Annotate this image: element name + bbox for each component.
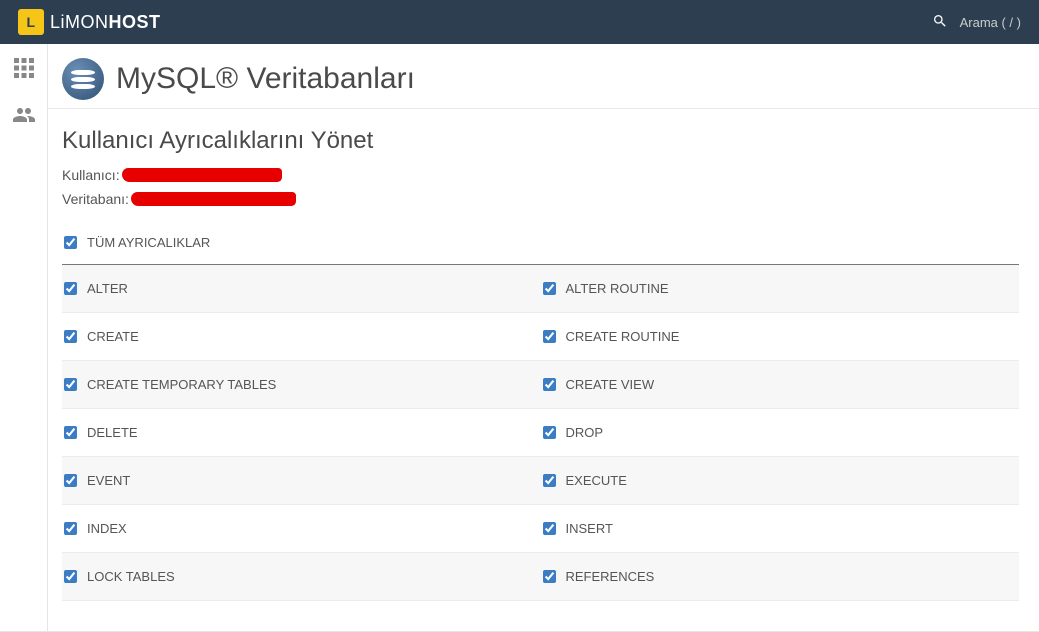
privilege-cell: CREATE VIEW: [541, 361, 1020, 409]
privilege-checkbox[interactable]: [543, 522, 556, 535]
sidebar: [0, 44, 47, 631]
brand-text: LiMONHOST: [50, 12, 161, 33]
privilege-checkbox[interactable]: [543, 474, 556, 487]
privilege-checkbox[interactable]: [543, 378, 556, 391]
content: MySQL® Veritabanları Kullanıcı Ayrıcalık…: [47, 44, 1039, 631]
brand-text-thin: LiMON: [50, 12, 109, 32]
privilege-cell: REFERENCES: [541, 553, 1020, 601]
privilege-cell: ALTER: [62, 265, 541, 313]
privilege-label[interactable]: CREATE ROUTINE: [566, 329, 680, 344]
user-value-redacted: [122, 168, 282, 182]
section-title: Kullanıcı Ayrıcalıklarını Yönet: [62, 127, 1019, 155]
privilege-label[interactable]: REFERENCES: [566, 569, 655, 584]
user-label: Kullanıcı:: [62, 167, 120, 183]
privilege-cell: INSERT: [541, 505, 1020, 553]
privilege-label[interactable]: EVENT: [87, 473, 130, 488]
search-area[interactable]: Arama ( / ): [932, 13, 1021, 32]
all-privileges-label[interactable]: TÜM AYRICALIKLAR: [87, 235, 210, 250]
privilege-cell: DELETE: [62, 409, 541, 457]
privilege-checkbox[interactable]: [64, 426, 77, 439]
privilege-checkbox[interactable]: [64, 522, 77, 535]
privilege-label[interactable]: EXECUTE: [566, 473, 627, 488]
privilege-label[interactable]: ALTER ROUTINE: [566, 281, 669, 296]
privileges-grid: ALTER ALTER ROUTINE CREATE CREATE ROUTINE CR…: [62, 265, 1019, 601]
user-row: Kullanıcı:: [62, 167, 1019, 183]
privilege-cell: CREATE: [62, 313, 541, 361]
database-row: Veritabanı:: [62, 191, 1019, 207]
privilege-label[interactable]: CREATE TEMPORARY TABLES: [87, 377, 276, 392]
privilege-checkbox[interactable]: [543, 282, 556, 295]
privilege-checkbox[interactable]: [543, 426, 556, 439]
database-value-redacted: [131, 192, 296, 206]
database-label: Veritabanı:: [62, 191, 129, 207]
privilege-cell: INDEX: [62, 505, 541, 553]
privilege-cell: EVENT: [62, 457, 541, 505]
privilege-cell: EXECUTE: [541, 457, 1020, 505]
brand-logo-icon: L: [18, 9, 44, 35]
brand-text-bold: HOST: [109, 12, 161, 32]
privilege-label[interactable]: DELETE: [87, 425, 138, 440]
privilege-cell: CREATE ROUTINE: [541, 313, 1020, 361]
page-title: MySQL® Veritabanları: [116, 62, 415, 96]
all-privileges-row: TÜM AYRICALIKLAR: [62, 225, 1019, 265]
privilege-checkbox[interactable]: [64, 378, 77, 391]
search-placeholder: Arama ( / ): [960, 15, 1021, 30]
privilege-checkbox[interactable]: [64, 570, 77, 583]
privilege-checkbox[interactable]: [543, 330, 556, 343]
privilege-checkbox[interactable]: [64, 282, 77, 295]
privilege-checkbox[interactable]: [64, 474, 77, 487]
privilege-label[interactable]: INDEX: [87, 521, 127, 536]
all-privileges-checkbox[interactable]: [64, 236, 77, 249]
privilege-label[interactable]: CREATE VIEW: [566, 377, 655, 392]
privilege-cell: DROP: [541, 409, 1020, 457]
main-wrap: MySQL® Veritabanları Kullanıcı Ayrıcalık…: [0, 44, 1039, 632]
grid-icon[interactable]: [12, 56, 36, 85]
privilege-checkbox[interactable]: [64, 330, 77, 343]
privilege-label[interactable]: INSERT: [566, 521, 613, 536]
privilege-cell: LOCK TABLES: [62, 553, 541, 601]
search-icon[interactable]: [932, 13, 948, 32]
privilege-cell: ALTER ROUTINE: [541, 265, 1020, 313]
top-header: L LiMONHOST Arama ( / ): [0, 0, 1039, 44]
brand-logo[interactable]: L LiMONHOST: [18, 9, 161, 35]
privilege-label[interactable]: ALTER: [87, 281, 128, 296]
privilege-label[interactable]: LOCK TABLES: [87, 569, 175, 584]
privilege-cell: CREATE TEMPORARY TABLES: [62, 361, 541, 409]
page-title-row: MySQL® Veritabanları: [62, 58, 1019, 100]
privilege-label[interactable]: DROP: [566, 425, 604, 440]
privilege-label[interactable]: CREATE: [87, 329, 139, 344]
privilege-checkbox[interactable]: [543, 570, 556, 583]
users-icon[interactable]: [12, 103, 36, 132]
divider: [48, 108, 1039, 109]
database-icon: [62, 58, 104, 100]
